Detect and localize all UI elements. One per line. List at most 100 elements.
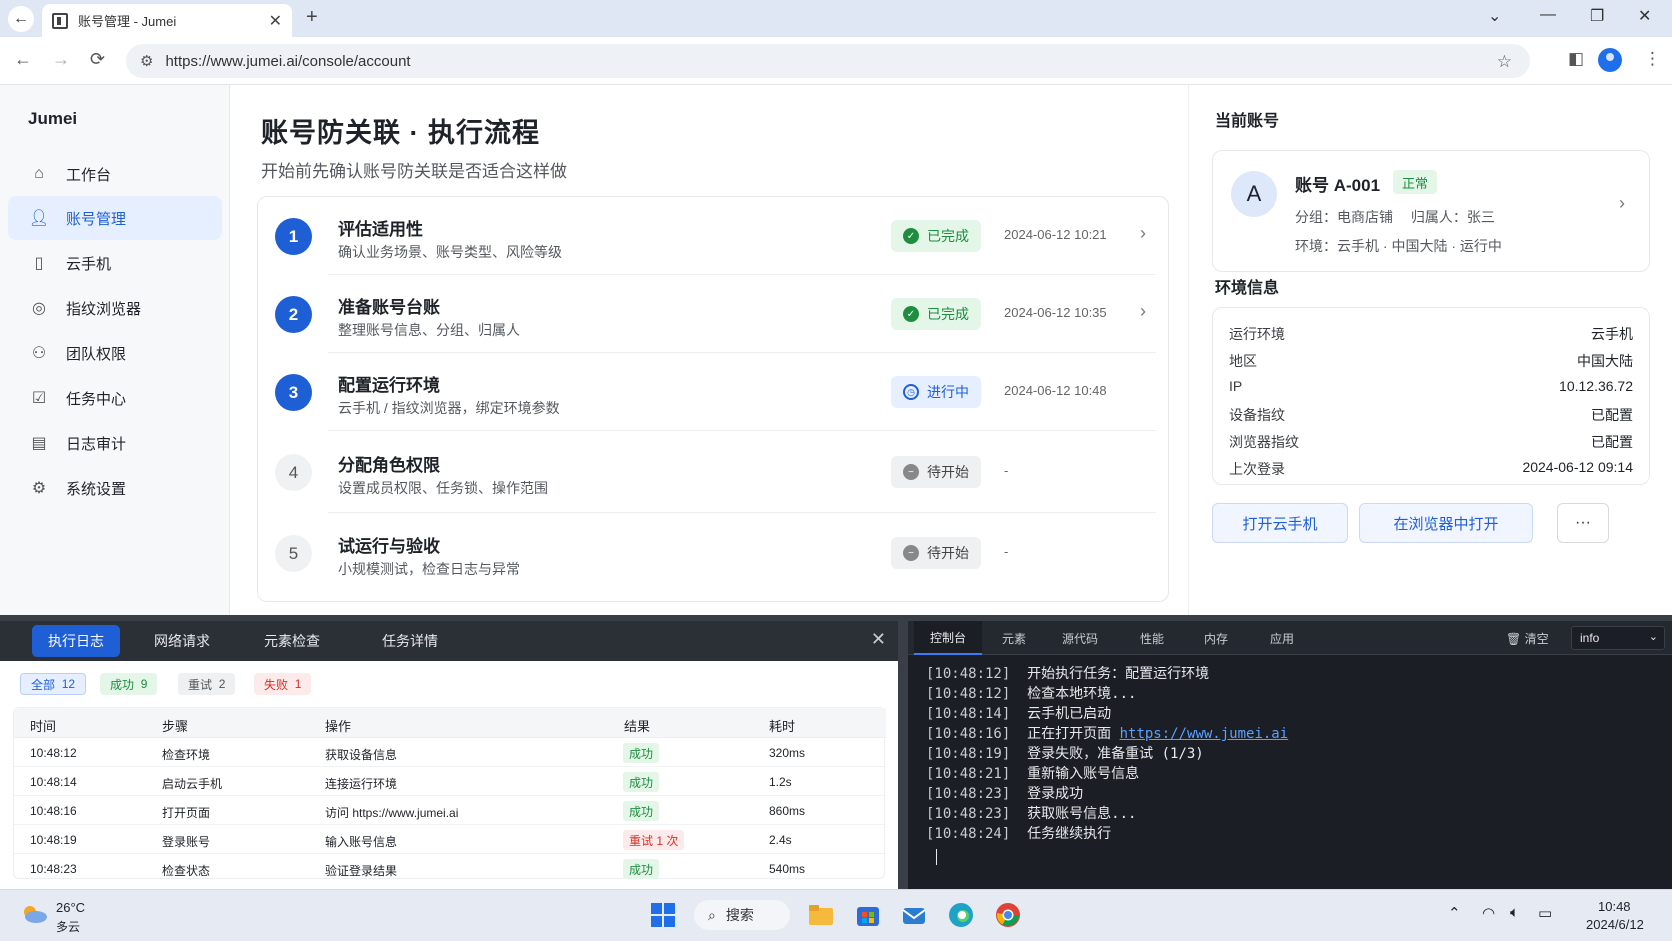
tab-list-chevron-icon[interactable]: ⌄	[1488, 6, 1501, 26]
table-row[interactable]: 10:48:16 打开页面 访问 https://www.jumei.ai 成功…	[14, 796, 886, 825]
sidebar-item-account[interactable]: 👤︎ 账号管理	[8, 196, 222, 240]
forward-icon[interactable]: →	[52, 49, 70, 70]
cell-time: 10:48:12	[30, 746, 77, 760]
console-timestamp: [10:48:12]	[926, 666, 1011, 682]
open-in-browser-button[interactable]: 在浏览器中打开	[1359, 503, 1533, 543]
weather-description[interactable]: 多云	[56, 918, 80, 935]
mail-icon[interactable]	[901, 902, 927, 928]
cell-time: 10:48:19	[30, 833, 77, 847]
chevron-right-icon[interactable]: ›	[1140, 301, 1146, 322]
step-row[interactable]: 2 准备账号台账 整理账号信息、分组、归属人 ✓ 已完成 2024-06-12 …	[258, 275, 1170, 353]
store-icon[interactable]	[855, 902, 881, 928]
reload-icon[interactable]: ⟳	[90, 49, 105, 70]
table-row[interactable]: 10:48:14 启动云手机 连接运行环境 成功 1.2s	[14, 767, 886, 796]
log-level-value: info	[1580, 631, 1600, 645]
log-level-select[interactable]: info ⌄	[1571, 626, 1665, 650]
sidebar-item-logs[interactable]: ▤ 日志审计	[8, 421, 222, 465]
close-tab-icon[interactable]: ✕	[269, 11, 282, 31]
sidebar-item-fingerprint-browser[interactable]: ◎ 指纹浏览器	[8, 286, 222, 330]
bookmark-star-icon[interactable]: ☆	[1497, 52, 1512, 72]
battery-icon[interactable]: ▭	[1538, 904, 1552, 922]
tab-elements[interactable]: 元素检查	[248, 625, 336, 657]
tab-console[interactable]: 控制台	[914, 621, 983, 655]
file-explorer-icon[interactable]	[808, 902, 834, 928]
volume-icon[interactable]: 🔈︎	[1510, 904, 1519, 921]
clear-console-button[interactable]: 🗑︎ 清空	[1506, 630, 1549, 647]
browser-tab[interactable]: 账号管理 - Jumei ✕	[42, 4, 292, 37]
sidebar-item-cloud-phone[interactable]: ▯ 云手机	[8, 241, 222, 285]
sidebar-item-tasks[interactable]: ☑ 任务中心	[8, 376, 222, 420]
tab-task-detail[interactable]: 任务详情	[366, 625, 454, 657]
console-timestamp: [10:48:12]	[926, 686, 1011, 702]
cell-operation: 连接运行环境	[325, 777, 398, 791]
env-label: 地区	[1229, 353, 1257, 369]
filter-failed[interactable]: 失败 1	[254, 673, 312, 695]
tab-performance[interactable]: 性能	[1124, 621, 1180, 655]
table-row[interactable]: 10:48:23 检查状态 验证登录结果 成功 540ms	[14, 854, 886, 883]
main-content: 账号防关联 · 执行流程 开始前先确认账号防关联是否适合这样做 1 评估适用性 …	[230, 85, 1188, 615]
filter-all[interactable]: 全部 12	[20, 673, 87, 695]
windows-start-icon[interactable]	[650, 902, 676, 928]
tab-sources[interactable]: 源代码	[1046, 621, 1114, 655]
filter-retry[interactable]: 重试 2	[178, 673, 236, 695]
sidebar-item-workbench[interactable]: ⌂ 工作台	[8, 152, 222, 196]
back-icon[interactable]: ←	[14, 49, 32, 70]
tab-title: 账号管理 - Jumei	[78, 14, 177, 29]
wifi-icon[interactable]: ◠	[1482, 904, 1495, 922]
tab-execution-log[interactable]: 执行日志	[32, 625, 120, 657]
clock-date[interactable]: 2024/6/12	[1586, 917, 1644, 932]
step-row[interactable]: 5 试运行与验收 小规模测试，检查日志与异常 − 待开始 -	[258, 514, 1170, 592]
table-row[interactable]: 10:48:19 登录账号 输入账号信息 重试 1 次 2.4s	[14, 825, 886, 854]
close-icon[interactable]: ✕	[871, 629, 886, 650]
chevron-right-icon[interactable]: ›	[1140, 223, 1146, 244]
sidebar-item-label: 云手机	[66, 255, 112, 273]
account-name: 账号 A-001	[1295, 176, 1381, 195]
step-row[interactable]: 1 评估适用性 确认业务场景、账号类型、风险等级 ✓ 已完成 2024-06-1…	[258, 197, 1170, 275]
tab-application[interactable]: 应用	[1254, 621, 1310, 655]
filter-label: 成功	[110, 677, 135, 692]
tab-network[interactable]: 网络请求	[138, 625, 226, 657]
side-panel-icon[interactable]: ◧	[1568, 49, 1584, 69]
divider	[328, 430, 1156, 431]
cloud-icon[interactable]	[20, 904, 48, 924]
step-row[interactable]: 4 分配角色权限 设置成员权限、任务锁、操作范围 − 待开始 -	[258, 433, 1170, 513]
env-label: 上次登录	[1229, 461, 1285, 477]
step-row[interactable]: 3 配置运行环境 云手机 / 指纹浏览器，绑定环境参数 ◷ 进行中 2024-0…	[258, 353, 1170, 431]
new-tab-icon[interactable]: +	[306, 6, 318, 29]
browser-menu-icon[interactable]: ⋮	[1644, 49, 1661, 69]
more-button[interactable]: ···	[1557, 503, 1609, 543]
console-link[interactable]: https://www.jumei.ai	[1120, 726, 1289, 742]
tab-search-icon[interactable]: ←	[8, 6, 34, 32]
sidebar-item-label: 日志审计	[66, 435, 127, 453]
brand-logo: Jumei	[28, 109, 78, 128]
table-row[interactable]: 10:48:12 检查环境 获取设备信息 成功 320ms	[14, 738, 886, 767]
chevron-up-icon[interactable]: ⌃	[1448, 904, 1461, 922]
edge-browser-icon[interactable]	[948, 902, 974, 928]
profile-avatar-icon[interactable]	[1598, 48, 1622, 72]
tab-memory[interactable]: 内存	[1188, 621, 1244, 655]
window-close-icon[interactable]: ✕	[1638, 6, 1651, 26]
maximize-icon[interactable]: ❐	[1590, 6, 1604, 26]
result-badge: 重试 1 次	[623, 830, 685, 850]
tab-elements[interactable]: 元素	[986, 621, 1042, 655]
weather-temperature[interactable]: 26°C	[56, 900, 85, 915]
chevron-right-icon[interactable]: ›	[1619, 193, 1625, 214]
console-timestamp: [10:48:21]	[926, 766, 1011, 782]
open-cloud-phone-button[interactable]: 打开云手机	[1212, 503, 1348, 543]
clock-time[interactable]: 10:48	[1598, 899, 1631, 914]
filter-success[interactable]: 成功 9	[100, 673, 158, 695]
taskbar-search[interactable]: ⌕ 搜索	[694, 900, 790, 930]
status-badge: − 待开始	[891, 537, 981, 569]
sidebar-item-team[interactable]: ⚇ 团队权限	[8, 331, 222, 375]
chrome-browser-icon[interactable]	[995, 902, 1021, 928]
console-input-cursor[interactable]	[936, 849, 937, 865]
filter-count: 9	[140, 677, 148, 691]
url-input[interactable]: ⚙ https://www.jumei.ai/console/account ☆	[126, 44, 1530, 78]
page-subtitle: 开始前先确认账号防关联是否适合这样做	[261, 162, 567, 181]
sidebar-item-settings[interactable]: ⚙ 系统设置	[8, 466, 222, 510]
account-card[interactable]: A 账号 A-001 正常 分组：电商店铺 归属人：张三 环境：云手机 · 中国…	[1212, 150, 1650, 272]
step-description: 整理账号信息、分组、归属人	[338, 322, 520, 338]
minimize-icon[interactable]: —	[1540, 6, 1556, 24]
site-info-icon[interactable]: ⚙	[140, 52, 153, 70]
step-number: 2	[275, 296, 312, 333]
